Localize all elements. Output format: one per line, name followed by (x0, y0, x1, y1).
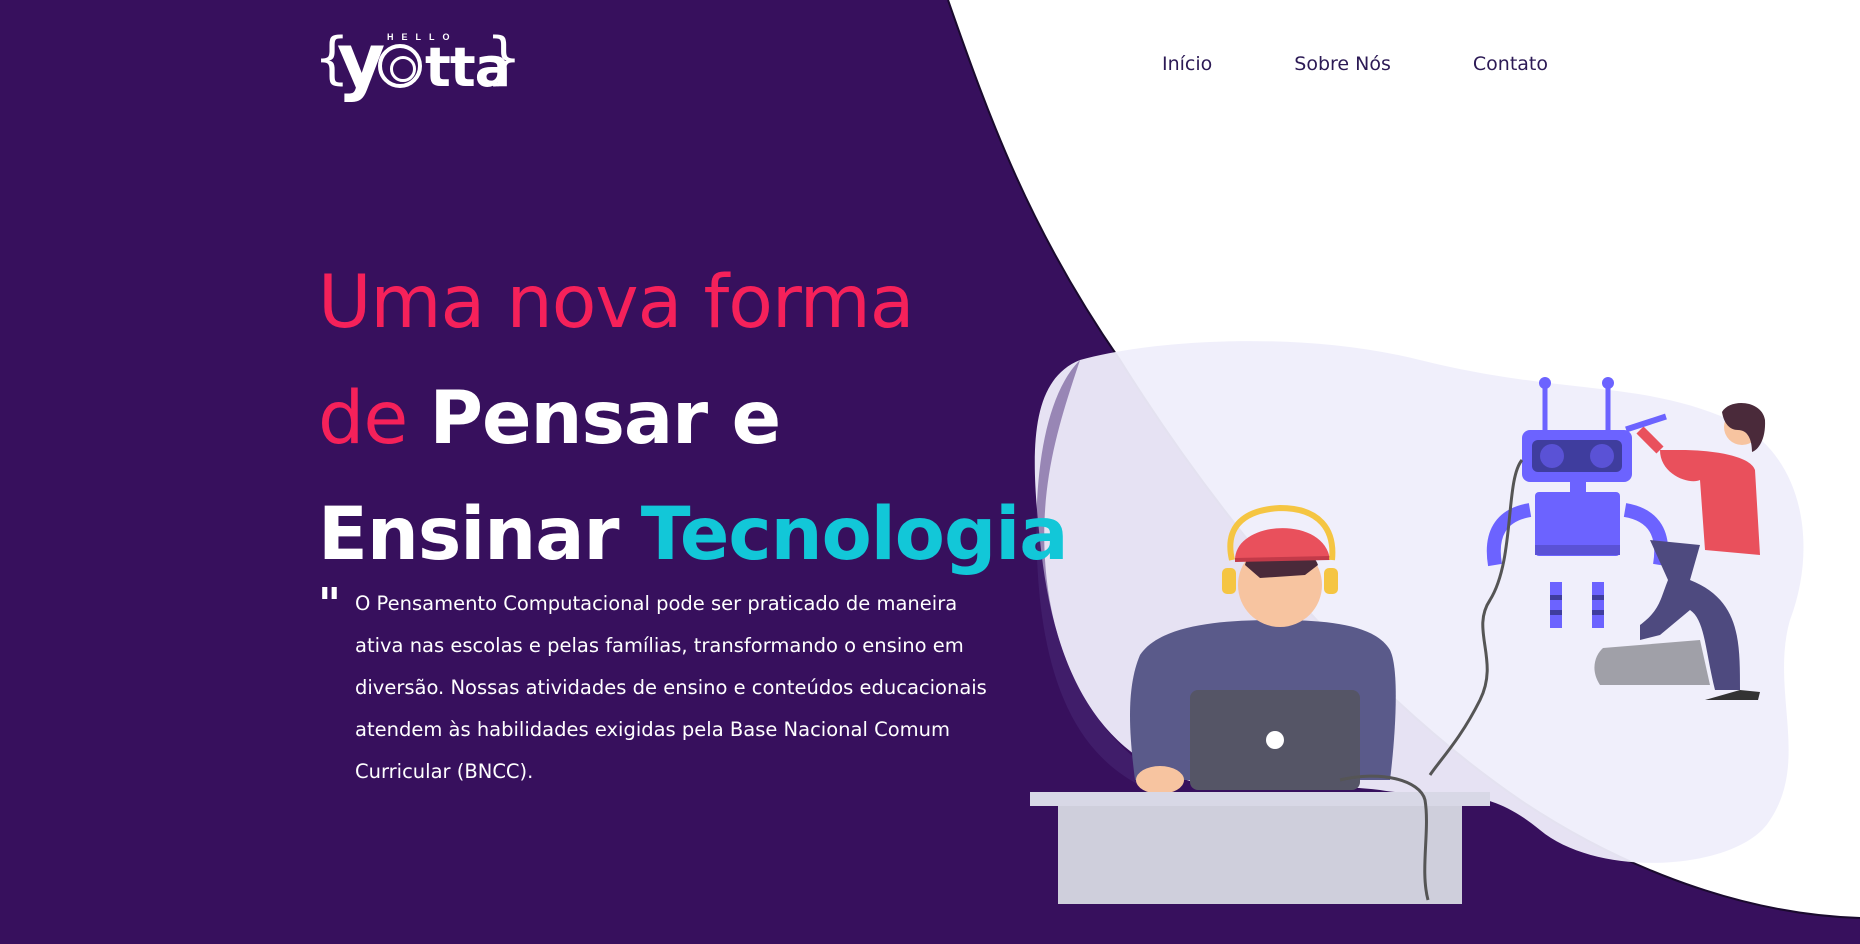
nav-link-contato[interactable]: Contato (1473, 53, 1548, 75)
hero-title-line1: Uma nova forma (318, 260, 914, 345)
hero-section: Uma nova forma de Pensar e Ensinar Tecno… (318, 245, 1118, 593)
quote-mark-icon: " (318, 579, 341, 630)
hero-title-ensinar: Ensinar (318, 492, 620, 577)
logo[interactable]: { y HELLO tta } (315, 18, 521, 108)
logo-icon (378, 44, 422, 88)
hero-title-pensar: Pensar e (429, 376, 781, 461)
hero-title-tecnologia: Tecnologia (640, 492, 1069, 577)
nav-link-inicio[interactable]: Início (1162, 53, 1212, 75)
hero-description: O Pensamento Computacional pode ser prat… (355, 592, 987, 783)
logo-brace-close: } (487, 26, 521, 91)
hero-title-de: de (318, 376, 408, 461)
main-navigation: Início Sobre Nós Contato (1162, 53, 1548, 75)
hero-description-block: " O Pensamento Computacional pode ser pr… (318, 583, 998, 793)
nav-link-sobre-nos[interactable]: Sobre Nós (1294, 53, 1391, 75)
hero-title: Uma nova forma de Pensar e Ensinar Tecno… (318, 245, 1118, 593)
